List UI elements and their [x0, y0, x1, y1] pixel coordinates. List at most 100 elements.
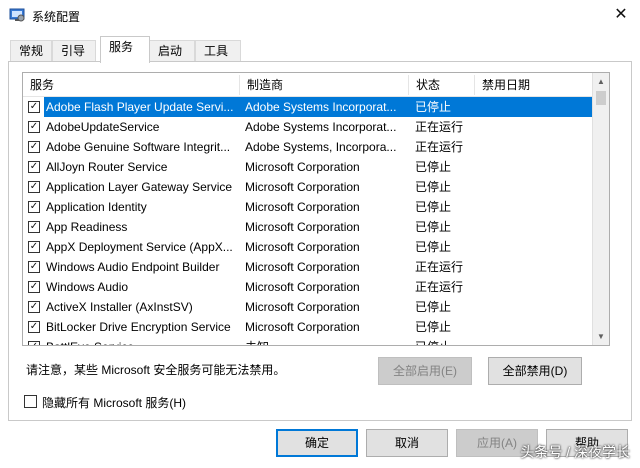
service-name: Application Identity [46, 200, 147, 214]
service-status: 已停止 [415, 220, 452, 234]
service-manufacturer: Adobe Systems Incorporat... [245, 97, 408, 117]
service-name: AllJoyn Router Service [46, 160, 168, 174]
service-checkbox[interactable]: ✓ [28, 241, 40, 253]
service-rows: ✓ Adobe Flash Player Update Servi... Adobe… [23, 97, 593, 345]
scroll-up-icon[interactable]: ▲ [593, 73, 609, 90]
column-header-disable-date[interactable]: 禁用日期 [475, 73, 593, 97]
service-status: 已停止 [415, 240, 452, 254]
close-icon: ✕ [614, 6, 628, 23]
scroll-thumb[interactable] [596, 91, 606, 105]
service-checkbox[interactable]: ✓ [28, 201, 40, 213]
service-manufacturer: Adobe Systems, Incorpora... [245, 140, 397, 154]
service-row[interactable]: ✓ Adobe Flash Player Update Servi... Adobe… [23, 97, 593, 117]
service-checkbox[interactable]: ✓ [28, 161, 40, 173]
service-row[interactable]: ✓ Application Layer Gateway Service Micros… [23, 177, 593, 197]
service-status: 已停止 [415, 300, 452, 314]
service-name: Windows Audio [46, 280, 129, 294]
service-disable-date [479, 217, 589, 237]
service-checkbox[interactable]: ✓ [28, 101, 40, 113]
tab-boot[interactable]: 引导 [52, 40, 96, 62]
scroll-down-icon[interactable]: ▼ [593, 328, 609, 345]
column-header-manufacturer[interactable]: 制造商 [240, 73, 408, 97]
service-manufacturer: Microsoft Corporation [245, 260, 360, 274]
service-name: Adobe Genuine Software Integrit... [46, 140, 231, 154]
service-manufacturer: Adobe Systems Incorporat... [245, 120, 397, 134]
service-checkbox[interactable]: ✓ [28, 301, 40, 313]
service-status: 已停止 [415, 97, 477, 117]
enable-all-button[interactable]: 全部启用(E) [378, 357, 472, 385]
column-header-status[interactable]: 状态 [409, 73, 473, 97]
service-name: AppX Deployment Service (AppX... [46, 240, 233, 254]
list-header: 服务 制造商 状态 禁用日期 [23, 73, 593, 97]
service-name: Adobe Flash Player Update Servi... [44, 97, 243, 117]
service-status: 正在运行 [415, 280, 464, 294]
service-name: ActiveX Installer (AxInstSV) [46, 300, 193, 314]
service-row[interactable]: ✓ App Readiness Microsoft Corporation 已停止 [23, 217, 593, 237]
ok-button[interactable]: 确定 [276, 429, 358, 457]
service-row[interactable]: ✓ AllJoyn Router Service Microsoft Corpora… [23, 157, 593, 177]
cancel-button[interactable]: 取消 [366, 429, 448, 457]
service-disable-date [479, 137, 589, 157]
service-status: 正在运行 [415, 260, 464, 274]
service-status: 已停止 [415, 320, 452, 334]
service-manufacturer: Microsoft Corporation [245, 200, 360, 214]
tab-general[interactable]: 常规 [10, 40, 52, 62]
service-row[interactable]: ✓ ActiveX Installer (AxInstSV) Microsoft C… [23, 297, 593, 317]
disable-all-button[interactable]: 全部禁用(D) [488, 357, 582, 385]
tab-startup[interactable]: 启动 [149, 40, 195, 62]
service-row[interactable]: ✓ Application Identity Microsoft Corporati… [23, 197, 593, 217]
service-row[interactable]: ✓ Adobe Genuine Software Integrit... Adobe… [23, 137, 593, 157]
service-checkbox[interactable]: ✓ [28, 281, 40, 293]
service-manufacturer: Microsoft Corporation [245, 160, 360, 174]
window-title: 系统配置 [32, 10, 81, 24]
service-checkbox[interactable]: ✓ [28, 141, 40, 153]
service-row[interactable]: ✓ BattlEye Service 未知已停止 [23, 337, 593, 345]
service-manufacturer: Microsoft Corporation [245, 280, 360, 294]
service-checkbox[interactable]: ✓ [28, 121, 40, 133]
service-row[interactable]: ✓ BitLocker Drive Encryption Service Micro… [23, 317, 593, 337]
service-status: 正在运行 [415, 120, 464, 134]
service-name: AdobeUpdateService [46, 120, 160, 134]
service-disable-date [479, 317, 589, 337]
service-manufacturer: Microsoft Corporation [245, 320, 360, 334]
hide-microsoft-checkbox[interactable] [24, 395, 37, 408]
service-name: Windows Audio Endpoint Builder [46, 260, 220, 274]
service-name: App Readiness [46, 220, 128, 234]
service-manufacturer: 未知 [245, 337, 408, 345]
service-status: 已停止 [415, 337, 477, 345]
vertical-scrollbar[interactable]: ▲ ▼ [592, 73, 609, 345]
services-list[interactable]: 服务 制造商 状态 禁用日期 ✓ Adobe Flash Player Updat… [22, 72, 610, 346]
service-row[interactable]: ✓ Windows Audio Microsoft Corporation 正在运行 [23, 277, 593, 297]
service-checkbox[interactable]: ✓ [28, 341, 40, 345]
tab-services[interactable]: 服务 [100, 36, 150, 63]
service-disable-date [479, 197, 589, 217]
service-disable-date [479, 337, 589, 345]
system-config-icon [9, 8, 25, 22]
service-row[interactable]: ✓ Windows Audio Endpoint Builder Microsoft… [23, 257, 593, 277]
service-manufacturer: Microsoft Corporation [245, 180, 360, 194]
service-row[interactable]: ✓ AdobeUpdateService Adobe Systems Incorpo… [23, 117, 593, 137]
service-disable-date [479, 237, 589, 257]
service-disable-date [479, 117, 589, 137]
service-status: 正在运行 [415, 140, 464, 154]
hide-microsoft-label: 隐藏所有 Microsoft 服务(H) [42, 396, 187, 410]
service-disable-date [479, 277, 589, 297]
service-disable-date [479, 97, 589, 117]
service-checkbox[interactable]: ✓ [28, 321, 40, 333]
service-status: 已停止 [415, 160, 452, 174]
service-row[interactable]: ✓ AppX Deployment Service (AppX... Microso… [23, 237, 593, 257]
column-header-service[interactable]: 服务 [23, 73, 239, 97]
service-checkbox[interactable]: ✓ [28, 221, 40, 233]
service-checkbox[interactable]: ✓ [28, 261, 40, 273]
tab-strip: 常规 引导 服务 启动 工具 [8, 36, 632, 63]
service-name: Application Layer Gateway Service [46, 180, 233, 194]
service-status: 已停止 [415, 180, 452, 194]
close-button[interactable]: ✕ [608, 2, 634, 26]
service-checkbox[interactable]: ✓ [28, 181, 40, 193]
service-name: BattlEye Service [44, 337, 240, 345]
tab-tools[interactable]: 工具 [195, 40, 241, 62]
service-manufacturer: Microsoft Corporation [245, 240, 360, 254]
title-bar: 系统配置 ✕ [0, 0, 640, 30]
notice-text: 请注意，某些 Microsoft 安全服务可能无法禁用。 [26, 363, 286, 377]
service-disable-date [479, 177, 589, 197]
